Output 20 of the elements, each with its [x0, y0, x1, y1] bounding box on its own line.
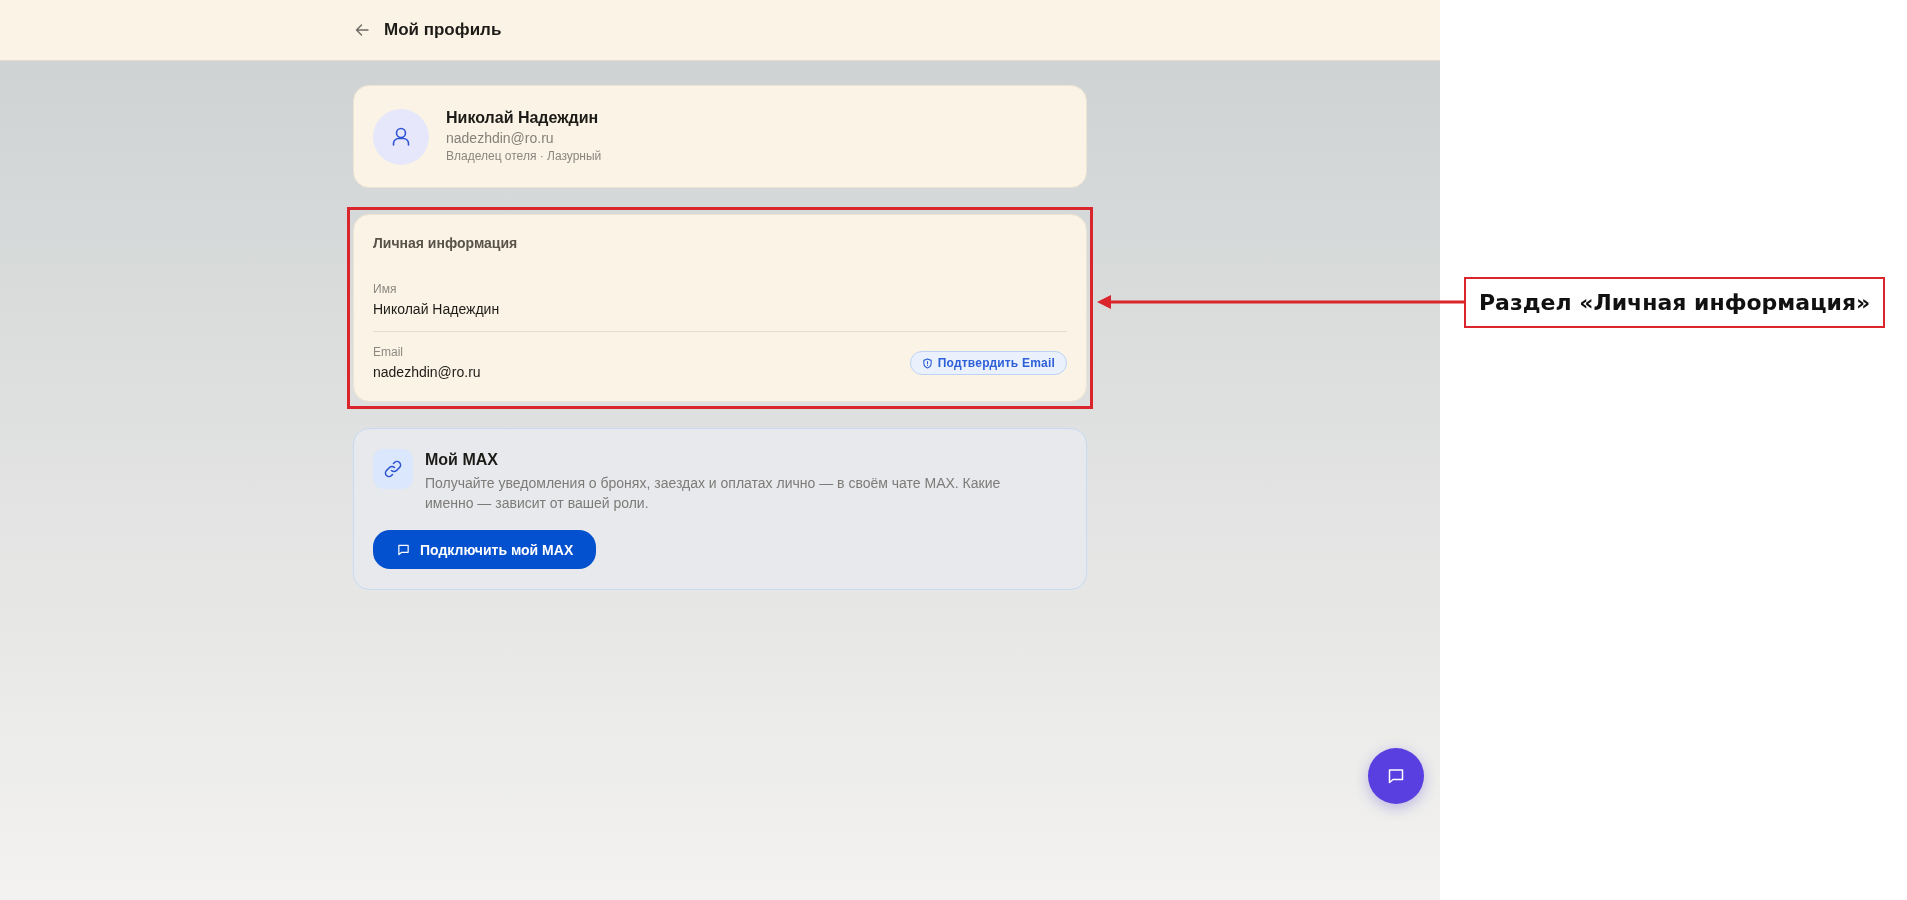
page-title: Мой профиль — [384, 20, 502, 40]
chat-bubble-icon — [397, 543, 410, 556]
profile-name: Николай Надеждин — [446, 108, 600, 128]
field-label: Email — [373, 344, 404, 360]
profile-email: nadezhdin@ro.ru — [446, 129, 555, 148]
field-value: nadezhdin@ro.ru — [373, 363, 481, 382]
max-title: Мой MAX — [425, 450, 499, 470]
chat-bubble-icon — [1387, 767, 1405, 785]
profile-role: Владелец отеля · Лазурный — [446, 148, 602, 165]
field-value: Николай Надеждин — [373, 300, 500, 319]
back-arrow-icon[interactable] — [354, 22, 370, 38]
field-label: Имя — [373, 281, 398, 297]
section-title: Личная информация — [373, 234, 519, 252]
link-icon — [373, 449, 413, 489]
verify-email-button[interactable]: Подтвердить Email — [909, 351, 1067, 375]
user-avatar-icon — [373, 108, 429, 165]
shield-icon — [921, 357, 933, 369]
connect-max-button[interactable]: Подключить мой MAX — [373, 530, 597, 569]
callout-label: Раздел «Личная информация» — [1464, 277, 1886, 328]
max-description: Получайте уведомления о бронях, заездах и оплатах лично — в своём чате MAX. Какие именно — зависит от вашей роли. — [425, 474, 1002, 513]
